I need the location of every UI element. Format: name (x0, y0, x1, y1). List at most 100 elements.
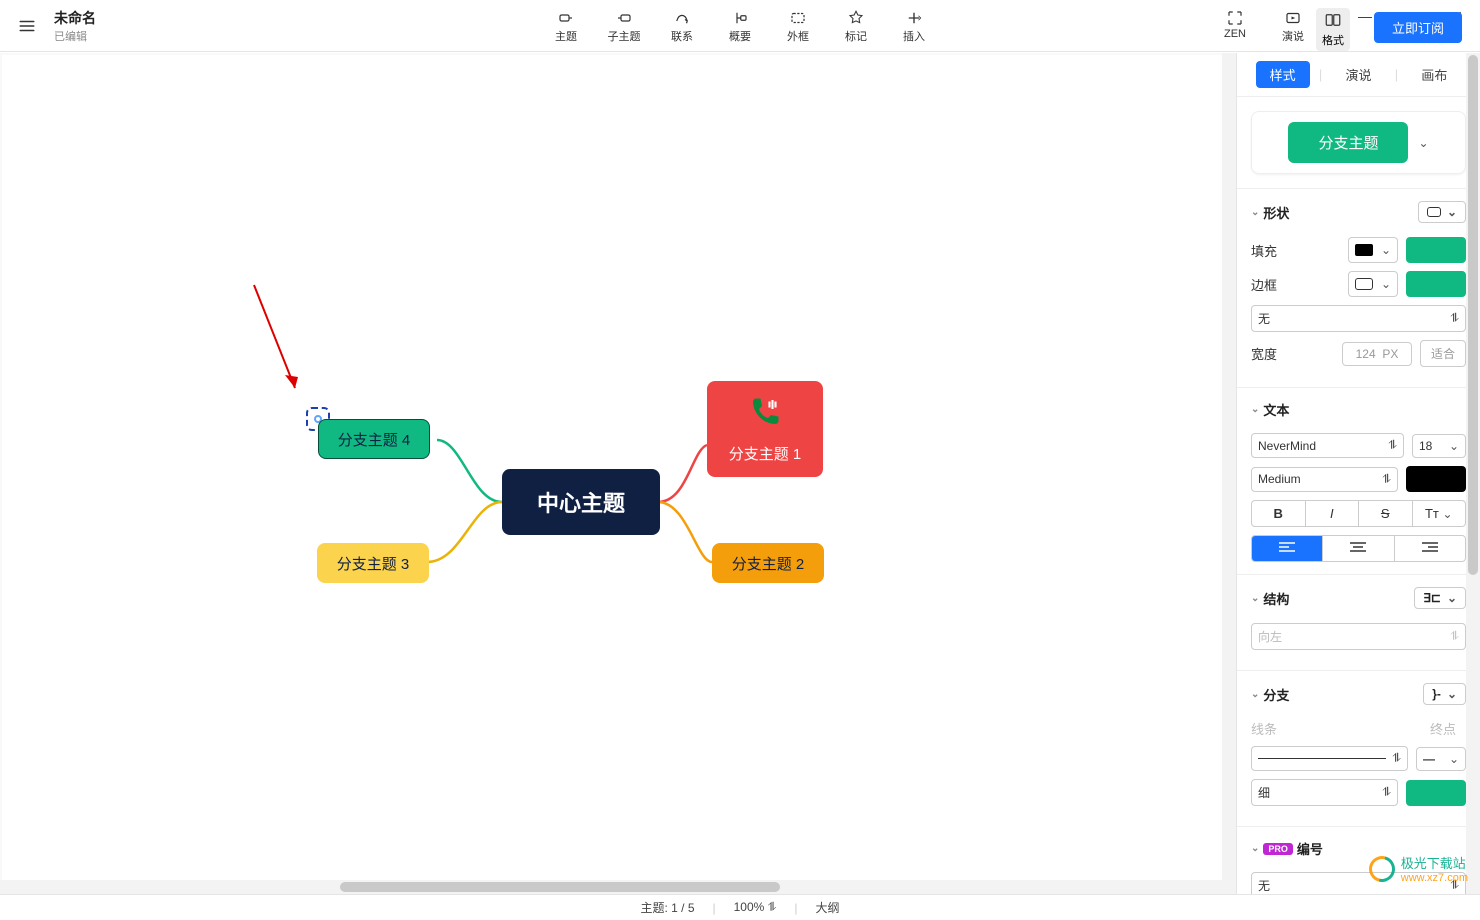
status-outline[interactable]: 大纲 (816, 899, 840, 916)
theme-type-pill: 分支主题 (1288, 122, 1408, 163)
width-label: 宽度 (1251, 344, 1277, 363)
watermark-logo-icon (1364, 851, 1400, 887)
fill-mode-select[interactable]: ⌄ (1348, 237, 1398, 263)
theme-type-selector[interactable]: 分支主题 ⌄ (1251, 111, 1466, 174)
watermark: 极光下载站 www.xz7.com (1369, 853, 1468, 884)
section-branch-label: 分支 (1263, 685, 1289, 704)
panel-tabs: 样式 | 演说 | 画布 (1237, 53, 1480, 97)
pro-badge: PRO (1263, 843, 1293, 855)
horizontal-scrollbar[interactable] (0, 880, 1236, 894)
text-case-button[interactable]: Tт ⌄ (1413, 501, 1466, 526)
shape-select[interactable]: ⌄ (1418, 201, 1466, 223)
insert-icon (905, 8, 923, 28)
toolbar-topic[interactable]: 主题 (549, 8, 583, 44)
tab-present[interactable]: 演说 (1331, 61, 1385, 88)
boundary-icon (789, 8, 807, 28)
border-line-select[interactable]: 无⥮ (1251, 305, 1466, 332)
present-icon (1284, 8, 1302, 28)
node-branch-3[interactable]: 分支主题 3 (317, 543, 429, 583)
toolbar-zen[interactable]: ZEN (1218, 8, 1252, 40)
canvas-wrap: 中心主题 分支主题 1 分支主题 2 分支主题 3 分支主题 4 (0, 53, 1236, 920)
toolbar-present[interactable]: 演说 (1276, 8, 1310, 44)
relation-icon (673, 8, 691, 28)
section-structure-label: 结构 (1263, 589, 1289, 608)
node-branch-4[interactable]: 分支主题 4 (318, 419, 430, 459)
top-toolbar: 未命名 已编辑 主题 子主题 联系 概要 外框 标记 插入 ZEN 演说 格式 … (0, 0, 1480, 52)
fill-label: 填充 (1251, 241, 1277, 260)
structure-direction-select[interactable]: 向左⥮ (1251, 623, 1466, 650)
phone-icon (747, 394, 783, 437)
document-title-block: 未命名 已编辑 (54, 8, 96, 44)
toolbar-format[interactable]: 格式 (1316, 8, 1350, 51)
subscribe-button[interactable]: 立即订阅 (1374, 12, 1462, 43)
subtopic-icon (615, 8, 633, 28)
format-icon (1324, 11, 1342, 32)
branch-shape-select[interactable]: }‑⌄ (1423, 683, 1466, 705)
toolbar-relation[interactable]: 联系 (665, 8, 699, 44)
topic-icon (557, 8, 575, 28)
status-topic-count: 主题: 1 / 5 (640, 899, 694, 916)
structure-select[interactable]: ∃⊏⌄ (1414, 587, 1466, 609)
mindmap-canvas[interactable]: 中心主题 分支主题 1 分支主题 2 分支主题 3 分支主题 4 (2, 55, 1234, 918)
toolbar-boundary[interactable]: 外框 (781, 8, 815, 44)
border-label: 边框 (1251, 275, 1277, 294)
structure-icon: ∃⊏ (1423, 591, 1441, 605)
tab-style[interactable]: 样式 (1256, 61, 1310, 88)
align-left-button[interactable] (1252, 536, 1323, 561)
summary-icon (731, 8, 749, 28)
align-center-button[interactable] (1323, 536, 1394, 561)
font-color-swatch[interactable] (1406, 466, 1466, 492)
document-subtitle: 已编辑 (54, 28, 96, 44)
line-style-select[interactable]: ⥮ (1251, 746, 1408, 771)
chevron-down-icon: ⌄ (1418, 136, 1428, 150)
document-title: 未命名 (54, 8, 96, 28)
border-style-select[interactable]: ⌄ (1348, 271, 1398, 297)
node-branch-1[interactable]: 分支主题 1 (707, 381, 823, 477)
toolbar-center-group: 主题 子主题 联系 概要 外框 标记 插入 (549, 8, 931, 44)
font-weight-select[interactable]: Medium⥮ (1251, 467, 1398, 492)
node-branch-2[interactable]: 分支主题 2 (712, 543, 824, 583)
fill-color-swatch[interactable] (1406, 237, 1466, 263)
align-right-button[interactable] (1395, 536, 1465, 561)
toolbar-right-group: ZEN 演说 (1218, 8, 1310, 44)
section-text-label: 文本 (1263, 400, 1289, 419)
watermark-name: 极光下载站 (1401, 853, 1468, 872)
italic-button[interactable]: I (1306, 501, 1360, 526)
toolbar-subtopic[interactable]: 子主题 (607, 8, 641, 44)
strike-button[interactable]: S (1359, 501, 1413, 526)
vertical-scrollbar[interactable] (1222, 53, 1236, 880)
section-shape-label: 形状 (1263, 203, 1289, 222)
line-label: 线条 (1251, 719, 1277, 738)
format-panel: 样式 | 演说 | 画布 分支主题 ⌄ ⌄ 形状 ⌄ 填充 ⌄ (1236, 53, 1480, 920)
branch-icon: }‑ (1432, 687, 1441, 701)
status-bar: 主题: 1 / 5 | 100% ⥮ | 大纲 (0, 894, 1480, 920)
watermark-url: www.xz7.com (1401, 872, 1468, 884)
rounded-rect-icon (1427, 207, 1441, 217)
zen-icon (1226, 8, 1244, 28)
border-color-swatch[interactable] (1406, 271, 1466, 297)
font-size-select[interactable]: 18⌄ (1412, 434, 1466, 458)
node-center[interactable]: 中心主题 (502, 469, 660, 535)
chevron-down-icon: ⌄ (1251, 207, 1259, 218)
line-color-swatch[interactable] (1406, 780, 1466, 806)
panel-scrollbar[interactable] (1466, 53, 1480, 920)
width-fit-button[interactable]: 适合 (1420, 340, 1466, 367)
text-align-group (1251, 535, 1466, 562)
bold-button[interactable]: B (1252, 501, 1306, 526)
status-zoom[interactable]: 100% ⥮ (734, 900, 777, 915)
toolbar-summary[interactable]: 概要 (723, 8, 757, 44)
font-family-select[interactable]: NeverMind⥮ (1251, 433, 1404, 458)
selection-outline: 分支主题 4 (306, 407, 330, 431)
end-label: 终点 (1430, 719, 1456, 738)
width-input[interactable]: 124 PX (1342, 342, 1412, 366)
text-style-group: B I S Tт ⌄ (1251, 500, 1466, 527)
toolbar-marker[interactable]: 标记 (839, 8, 873, 44)
main-area: 中心主题 分支主题 1 分支主题 2 分支主题 3 分支主题 4 样式 | 演说… (0, 53, 1480, 920)
hamburger-menu-icon[interactable] (10, 9, 44, 43)
toolbar-insert[interactable]: 插入 (897, 8, 931, 44)
tab-canvas[interactable]: 画布 (1407, 61, 1461, 88)
line-weight-select[interactable]: 细⥮ (1251, 779, 1398, 806)
section-number-label: 编号 (1297, 839, 1323, 858)
marker-icon (847, 8, 865, 28)
line-end-select[interactable]: —⌄ (1416, 747, 1466, 771)
